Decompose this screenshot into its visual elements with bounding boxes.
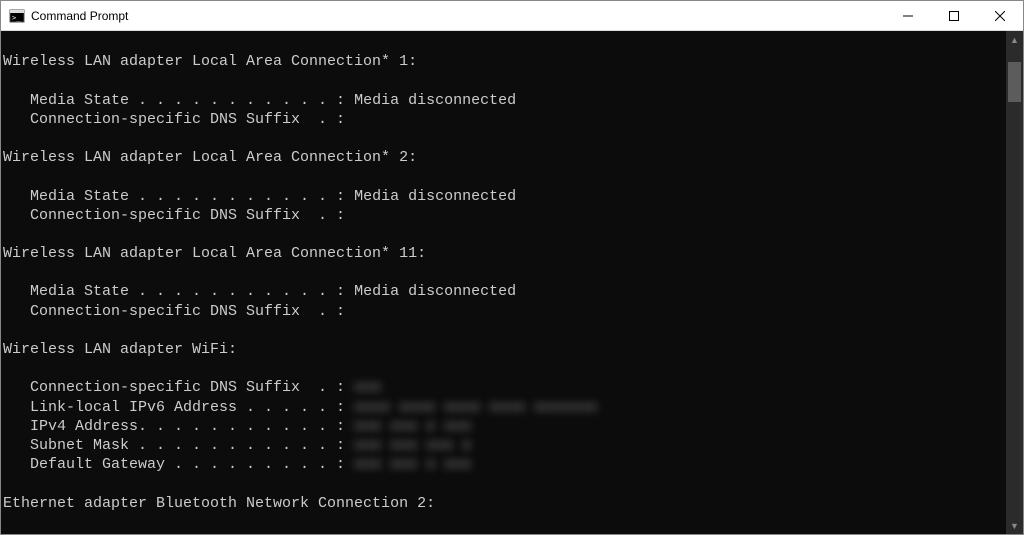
adapter-header: Wireless LAN adapter Local Area Connecti… (3, 53, 417, 70)
scroll-thumb[interactable] (1008, 62, 1021, 102)
output-value: Media disconnected (354, 188, 516, 205)
app-icon: >_ (9, 8, 25, 24)
output-line: Default Gateway . . . . . . . . . : (3, 456, 354, 473)
output-value: Media disconnected (354, 533, 516, 534)
output-line: Media State . . . . . . . . . . . : (3, 188, 354, 205)
svg-text:>_: >_ (12, 14, 21, 22)
adapter-header: Wireless LAN adapter Local Area Connecti… (3, 149, 417, 166)
adapter-header: Ethernet adapter Bluetooth Network Conne… (3, 495, 435, 512)
window-title: Command Prompt (31, 9, 128, 23)
output-value: xxxx xxxx xxxx xxxx xxxxxxx (354, 399, 597, 416)
output-value: xxx xxx x xxx (354, 456, 471, 473)
terminal-output[interactable]: Wireless LAN adapter Local Area Connecti… (1, 31, 1006, 534)
close-button[interactable] (977, 1, 1023, 31)
output-line: Connection-specific DNS Suffix . : (3, 303, 345, 320)
scroll-track[interactable] (1006, 48, 1023, 517)
scroll-up-arrow[interactable]: ▲ (1006, 31, 1023, 48)
output-line: Link-local IPv6 Address . . . . . : (3, 399, 354, 416)
minimize-button[interactable] (885, 1, 931, 31)
scroll-down-arrow[interactable]: ▼ (1006, 517, 1023, 534)
output-line: Connection-specific DNS Suffix . : (3, 111, 345, 128)
command-prompt-window: >_ Command Prompt Wireless LAN adapter L… (0, 0, 1024, 535)
output-line: Subnet Mask . . . . . . . . . . . : (3, 437, 354, 454)
output-line: Media State . . . . . . . . . . . : (3, 533, 354, 534)
maximize-button[interactable] (931, 1, 977, 31)
output-line: Connection-specific DNS Suffix . : (3, 207, 345, 224)
titlebar[interactable]: >_ Command Prompt (1, 1, 1023, 31)
output-line: IPv4 Address. . . . . . . . . . . : (3, 418, 354, 435)
output-value: Media disconnected (354, 283, 516, 300)
adapter-header: Wireless LAN adapter Local Area Connecti… (3, 245, 426, 262)
output-value: xxx (354, 379, 381, 396)
output-line: Media State . . . . . . . . . . . : (3, 92, 354, 109)
output-line: Connection-specific DNS Suffix . : (3, 379, 354, 396)
output-value: xxx xxx x xxx (354, 418, 471, 435)
vertical-scrollbar[interactable]: ▲ ▼ (1006, 31, 1023, 534)
output-value: Media disconnected (354, 92, 516, 109)
content-area: Wireless LAN adapter Local Area Connecti… (1, 31, 1023, 534)
output-value: xxx xxx xxx x (354, 437, 471, 454)
output-line: Media State . . . . . . . . . . . : (3, 283, 354, 300)
adapter-header: Wireless LAN adapter WiFi: (3, 341, 237, 358)
